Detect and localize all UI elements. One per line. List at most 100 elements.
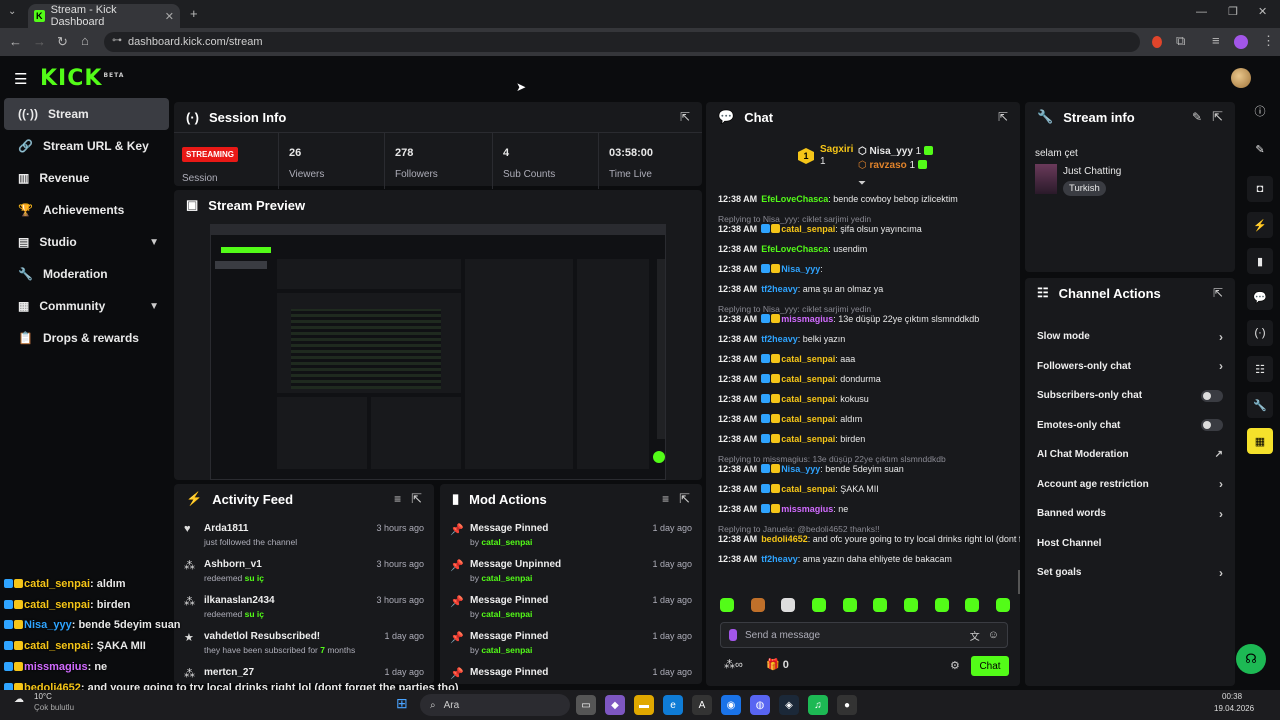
chat-username[interactable]: tf2heavy xyxy=(761,284,798,294)
channel-action-item[interactable]: Host Channel xyxy=(1025,529,1235,559)
chrome-icon[interactable]: ◉ xyxy=(721,695,741,715)
profile-avatar-icon[interactable] xyxy=(1234,35,1248,49)
category-thumbnail[interactable] xyxy=(1035,164,1057,194)
obs-icon[interactable]: ● xyxy=(837,695,857,715)
emote-icon[interactable] xyxy=(781,598,796,612)
translate-icon[interactable]: 文 xyxy=(970,628,980,643)
sidebar-item-drops[interactable]: 📋 Drops & rewards xyxy=(4,322,169,354)
chat-username[interactable]: missmagius xyxy=(781,504,833,514)
activity-item[interactable]: ♥ Arda1811 just followed the channel 3 hour… xyxy=(174,518,434,554)
chat-message[interactable]: 12:38 AM EfeLoveChasca: bende cowboy bebo… xyxy=(706,194,1020,205)
emote-icon[interactable] xyxy=(934,598,949,612)
sidebar-item-stream[interactable]: ((·)) Stream xyxy=(4,98,169,130)
rail-broadcast-icon[interactable]: (·) xyxy=(1247,320,1273,346)
chat-username[interactable]: catal_senpai xyxy=(781,414,835,424)
chat-message[interactable]: 12:38 AM tf2heavy: ama şu an olmaz ya xyxy=(706,284,1020,295)
taskview-icon[interactable]: ▭ xyxy=(576,695,596,715)
new-tab-icon[interactable]: + xyxy=(190,6,198,21)
popout-icon[interactable]: ⇱ xyxy=(679,491,690,507)
edit-pencil-icon[interactable]: ✎ xyxy=(1192,110,1202,124)
chat-message[interactable]: 12:38 AM Nisa_yyy: xyxy=(706,264,1020,275)
home-icon[interactable]: ⌂ xyxy=(81,33,89,48)
chat-username[interactable]: Nisa_yyy xyxy=(781,464,820,474)
media-icon[interactable]: ≡ xyxy=(1212,33,1220,48)
stream-video[interactable] xyxy=(210,224,666,480)
channel-action-item[interactable]: Emotes-only chat xyxy=(1025,411,1235,441)
popout-icon[interactable]: ⇱ xyxy=(1212,109,1223,125)
popout-icon[interactable]: ⇱ xyxy=(411,491,422,507)
steam-icon[interactable]: ◈ xyxy=(779,695,799,715)
site-info-icon[interactable]: ⊶ xyxy=(112,35,122,46)
chat-username[interactable]: bedoli4652 xyxy=(761,534,808,544)
chat-username[interactable]: catal_senpai xyxy=(781,224,835,234)
chat-username[interactable]: catal_senpai xyxy=(781,434,835,444)
rail-chat-icon[interactable]: 💬 xyxy=(1247,284,1273,310)
chat-message[interactable]: 12:38 AM catal_senpai: birden xyxy=(706,434,1020,445)
send-chat-button[interactable]: Chat xyxy=(971,656,1009,676)
chat-input[interactable]: Send a message 文 ☺ xyxy=(720,622,1008,648)
chat-message[interactable]: 12:38 AM missmagius: 13e düşüp 22ye çıktı… xyxy=(706,314,1020,325)
toggle-switch[interactable] xyxy=(1201,419,1223,432)
channel-action-item[interactable]: Set goals › xyxy=(1025,558,1235,588)
chat-username[interactable]: tf2heavy xyxy=(761,554,798,564)
emote-icon[interactable] xyxy=(873,598,888,612)
spotify-icon[interactable]: ♫ xyxy=(808,695,828,715)
edge-icon[interactable]: e xyxy=(663,695,683,715)
chat-username[interactable]: tf2heavy xyxy=(761,334,798,344)
chat-username[interactable]: catal_senpai xyxy=(781,484,835,494)
chat-message[interactable]: 12:38 AM catal_senpai: aaa xyxy=(706,354,1020,365)
address-bar[interactable]: ⊶ dashboard.kick.com/stream xyxy=(104,32,1140,52)
copilot-icon[interactable]: ◆ xyxy=(605,695,625,715)
edit-icon[interactable]: ✎ xyxy=(1247,136,1273,162)
discord-icon[interactable]: ◍ xyxy=(750,695,770,715)
category-name[interactable]: Just Chatting xyxy=(1063,166,1121,177)
kick-logo[interactable]: KICKBETA xyxy=(40,66,124,91)
popout-icon[interactable]: ⇱ xyxy=(1213,286,1223,300)
sidebar-item-achievements[interactable]: 🏆 Achievements xyxy=(4,194,169,226)
channel-action-item[interactable]: Followers-only chat › xyxy=(1025,352,1235,382)
emote-icon[interactable] xyxy=(720,598,734,612)
chat-username[interactable]: catal_senpai xyxy=(781,394,835,404)
support-headset-icon[interactable]: ☊ xyxy=(1236,644,1266,674)
toggle-switch[interactable] xyxy=(1201,389,1223,402)
sidebar-item-stream-url[interactable]: 🔗 Stream URL & Key xyxy=(4,130,169,162)
mod-action-item[interactable]: 📌 Message Pinned by catal_senpai 1 day ago xyxy=(440,518,702,554)
chat-message[interactable]: 12:38 AM EfeLoveChasca: usendim xyxy=(706,244,1020,255)
extensions-puzzle-icon[interactable]: ⧉ xyxy=(1176,33,1185,49)
sidebar-item-revenue[interactable]: ▥ Revenue xyxy=(4,162,169,194)
reload-icon[interactable]: ↻ xyxy=(57,34,68,50)
chat-message[interactable]: 12:38 AM catal_senpai: şifa olsun yayıncı… xyxy=(706,224,1020,235)
sidebar-item-community[interactable]: ▦ Community ▼ xyxy=(4,290,169,322)
chat-message[interactable]: 12:38 AM bedoli4652: and ofc youre going … xyxy=(706,534,1020,545)
filter-icon[interactable]: ≡ xyxy=(662,492,669,506)
chat-username[interactable]: Nisa_yyy xyxy=(781,264,820,274)
chat-username[interactable]: missmagius xyxy=(781,314,833,324)
windows-start-icon[interactable]: ⊞ xyxy=(396,695,408,712)
back-icon[interactable]: ← xyxy=(9,34,22,49)
hamburger-menu-icon[interactable]: ☰ xyxy=(14,70,27,88)
chat-username[interactable]: EfeLoveChasca xyxy=(761,244,828,254)
chat-username[interactable]: catal_senpai xyxy=(781,354,835,364)
emoji-icon[interactable]: ☺ xyxy=(988,629,999,641)
rail-list-icon[interactable]: ☷ xyxy=(1247,356,1273,382)
chat-message[interactable]: 12:38 AM catal_senpai: ŞAKA MII xyxy=(706,484,1020,495)
popout-icon[interactable]: ⇱ xyxy=(998,110,1008,124)
emote-icon[interactable] xyxy=(811,598,826,612)
emote-icon[interactable] xyxy=(842,598,857,612)
rail-lightning-icon[interactable]: ⚡ xyxy=(1247,212,1273,238)
weather-icon[interactable]: ☁ xyxy=(14,694,24,705)
expand-icon[interactable]: ⏷ xyxy=(858,178,866,189)
emote-icon[interactable] xyxy=(903,598,918,612)
sidebar-item-moderation[interactable]: 🔧 Moderation xyxy=(4,258,169,290)
rail-document-icon[interactable]: ▮ xyxy=(1247,248,1273,274)
filter-icon[interactable]: ≡ xyxy=(394,492,401,506)
channel-action-item[interactable]: Subscribers-only chat xyxy=(1025,381,1235,411)
mic-icon[interactable] xyxy=(729,629,737,641)
popout-icon[interactable]: ⇱ xyxy=(680,110,690,124)
channel-points-icon[interactable]: ⁂∞ xyxy=(724,658,743,671)
explorer-icon[interactable]: ▬ xyxy=(634,695,654,715)
emote-icon[interactable] xyxy=(995,598,1010,612)
sidebar-item-studio[interactable]: ▤ Studio ▼ xyxy=(4,226,169,258)
chat-scrollbar[interactable] xyxy=(1018,570,1020,594)
extension-icon[interactable] xyxy=(1152,36,1162,48)
